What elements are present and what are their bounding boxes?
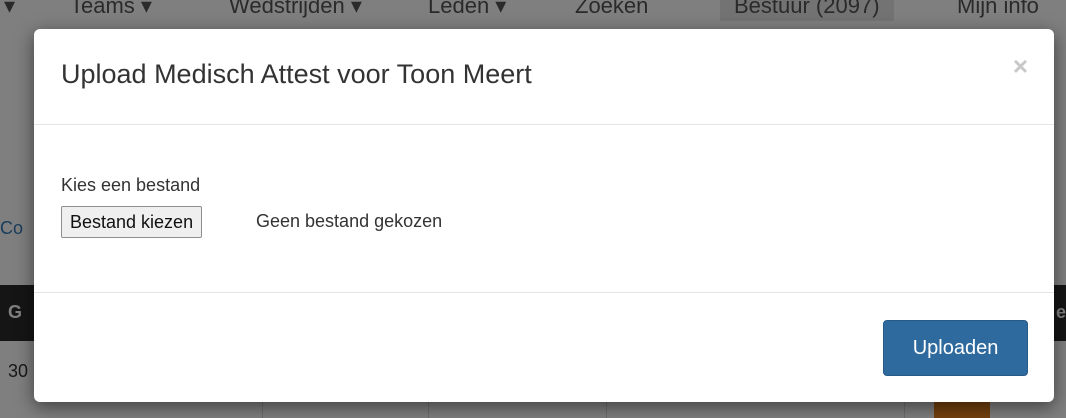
upload-dialog: Upload Medisch Attest voor Toon Meert × …	[34, 29, 1054, 402]
choose-file-button[interactable]: Bestand kiezen	[61, 206, 203, 238]
close-icon[interactable]: ×	[1013, 53, 1028, 79]
file-field-label: Kies een bestand	[61, 175, 201, 195]
dialog-title: Upload Medisch Attest voor Toon Meert	[61, 59, 532, 89]
file-status-text: Geen bestand gekozen	[256, 211, 443, 231]
dialog-header: Upload Medisch Attest voor Toon Meert ×	[34, 29, 1054, 125]
upload-button[interactable]: Uploaden	[883, 320, 1028, 376]
